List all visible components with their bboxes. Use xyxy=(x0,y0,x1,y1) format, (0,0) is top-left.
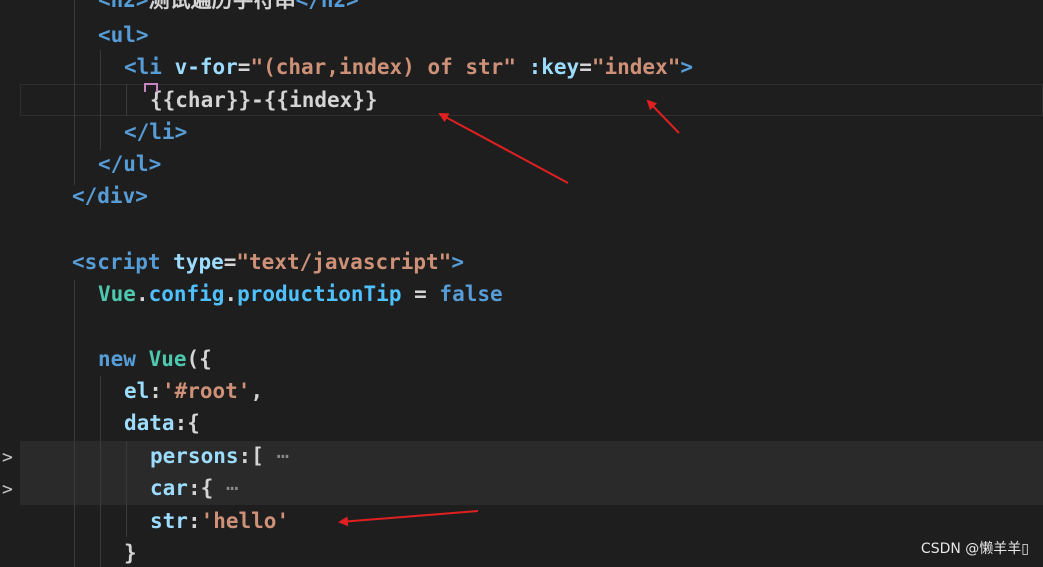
code-line[interactable]: data:{ xyxy=(0,407,1043,439)
code-line-text: </ul> xyxy=(98,148,161,180)
code-line[interactable]: str:'hello' xyxy=(0,505,1043,537)
code-token: Vue xyxy=(148,347,187,371)
code-token: '#root' xyxy=(161,379,251,403)
code-token: Vue xyxy=(98,282,136,306)
code-line[interactable]: <li v-for="(char,index) of str" :key="in… xyxy=(0,51,1043,83)
code-token: </h2> xyxy=(295,0,359,12)
code-line[interactable]: </div> xyxy=(0,180,1043,212)
code-line-text: persons:[ ⋯ xyxy=(150,440,289,472)
code-token: </div> xyxy=(72,184,148,208)
code-token: "(char,index) of str" xyxy=(250,55,516,79)
code-line-text: {{char}}-{{index}} xyxy=(150,84,378,116)
code-token: false xyxy=(439,282,503,306)
code-token: :[ xyxy=(238,444,264,468)
code-line[interactable]: <script type="text/javascript"> xyxy=(0,246,1043,278)
code-line-text: </li> xyxy=(124,116,187,148)
code-line[interactable]: el:'#root', xyxy=(0,375,1043,407)
code-token: } xyxy=(124,541,137,565)
code-token: data xyxy=(124,411,175,435)
code-line-text: data:{ xyxy=(124,407,200,439)
code-token: : xyxy=(149,379,162,403)
code-line-text: </div> xyxy=(72,180,148,212)
code-line-text: str:'hello' xyxy=(150,505,289,537)
code-token: </ul> xyxy=(98,152,162,176)
code-line[interactable]: </li> xyxy=(0,116,1043,148)
code-token: 'hello' xyxy=(200,509,290,533)
code-token: :{ xyxy=(174,411,200,435)
code-line-text: new Vue({ xyxy=(98,343,212,375)
code-line-text: el:'#root', xyxy=(124,375,263,407)
code-editor[interactable]: > > <h2>测试遍历字符串</h2> <ul> <li v-for="(char… xyxy=(0,0,1043,567)
code-line[interactable] xyxy=(0,212,1043,244)
code-token: "text/javascript" xyxy=(236,250,452,274)
code-token: :{ xyxy=(187,476,214,500)
code-line[interactable]: new Vue({ xyxy=(0,343,1043,375)
code-token: </li> xyxy=(124,120,188,144)
code-token: <h2> xyxy=(98,0,149,12)
code-line-text: car:{ ⋯ xyxy=(150,472,239,504)
code-token: = xyxy=(401,282,440,306)
code-token: str xyxy=(150,509,188,533)
code-token: {{char}}-{{index}} xyxy=(150,88,378,112)
code-line-text: <h2>测试遍历字符串</h2> xyxy=(98,0,359,16)
code-token: ({ xyxy=(186,347,212,371)
code-line-text: Vue.config.productionTip = false xyxy=(98,278,503,310)
code-line[interactable]: <ul> xyxy=(0,19,1043,51)
code-token: . xyxy=(135,282,149,306)
code-token: "index" xyxy=(591,55,681,79)
code-line[interactable]: persons:[ ⋯ xyxy=(0,440,1043,472)
code-token: new xyxy=(98,347,149,371)
code-token: ⋯ xyxy=(213,476,239,500)
watermark: CSDN @懒羊羊▯ xyxy=(920,541,1029,557)
code-token: 测试遍历字符串 xyxy=(148,0,296,12)
code-token: <li xyxy=(124,55,175,79)
code-line[interactable] xyxy=(0,310,1043,342)
cursor-marker xyxy=(144,83,158,92)
code-token: productionTip xyxy=(237,282,402,306)
code-token: persons xyxy=(150,444,239,468)
code-line[interactable]: <h2>测试遍历字符串</h2> xyxy=(0,0,1043,16)
code-token: > xyxy=(451,250,464,274)
code-token: <ul> xyxy=(98,23,149,47)
code-line-text: } xyxy=(124,537,137,567)
code-token: el xyxy=(124,379,150,403)
code-token: = xyxy=(237,55,251,79)
code-token: v-for xyxy=(174,55,238,79)
code-line[interactable]: car:{ ⋯ xyxy=(0,472,1043,504)
code-token: type xyxy=(173,250,224,274)
code-line[interactable]: </ul> xyxy=(0,148,1043,180)
code-token: ⋯ xyxy=(263,444,290,468)
code-line[interactable]: } xyxy=(0,537,1043,567)
code-token: : xyxy=(187,509,201,533)
code-token: car xyxy=(150,476,188,500)
code-token: :key xyxy=(528,55,580,79)
code-token: config xyxy=(148,282,225,306)
code-token: = xyxy=(579,55,592,79)
code-line-text: <li v-for="(char,index) of str" :key="in… xyxy=(124,51,693,83)
code-token: . xyxy=(224,282,238,306)
code-token: <script xyxy=(72,250,174,274)
code-token: , xyxy=(250,379,264,403)
code-token: > xyxy=(680,55,694,79)
code-token: = xyxy=(223,250,237,274)
code-line[interactable]: Vue.config.productionTip = false xyxy=(0,278,1043,310)
code-line-text: <script type="text/javascript"> xyxy=(72,246,464,278)
code-line-text: <ul> xyxy=(98,19,149,51)
